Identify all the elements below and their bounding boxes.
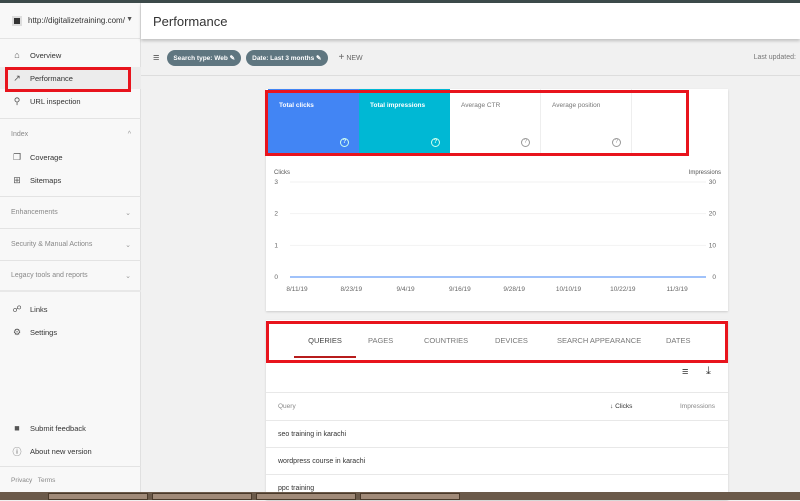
left-tick-label: 3	[274, 179, 278, 186]
sidebar-item-sitemaps[interactable]: ⊞ Sitemaps	[0, 169, 141, 191]
label: Settings	[30, 327, 58, 337]
plus-icon: +	[338, 52, 345, 63]
page-header: Performance	[141, 3, 800, 39]
feedback-icon: ■	[14, 423, 20, 433]
search-type-chip[interactable]: Search type: Web ✎	[167, 49, 242, 66]
sidebar-item-coverage[interactable]: ❐ Coverage	[0, 146, 141, 168]
sidebar-section-enhancements[interactable]: Enhancements ⌄	[0, 196, 141, 228]
right-tick-label: 10	[709, 242, 717, 249]
table-header: Query ↓ Clicks Impressions	[266, 392, 728, 419]
taskbar-button[interactable]	[256, 493, 356, 500]
x-tick-label: 9/4/19	[397, 286, 415, 293]
property-selector[interactable]: http://digitalizetraining.com/▼	[0, 3, 141, 39]
gear-icon: ⚙	[12, 326, 22, 337]
sidebar-item-about[interactable]: ⓘ About new version	[0, 440, 141, 462]
label: Coverage	[30, 152, 63, 162]
sitemap-icon: ⊞	[13, 174, 21, 185]
left-tick-label: 1	[274, 242, 278, 249]
label: Links	[30, 304, 48, 314]
filter-rows-icon[interactable]: ≡	[682, 366, 688, 378]
x-tick-label: 8/11/19	[286, 286, 308, 293]
left-tick-label: 2	[274, 211, 278, 218]
highlight-box	[266, 321, 728, 363]
coverage-icon: ❐	[12, 151, 22, 162]
query-text: wordpress course in karachi	[278, 457, 366, 465]
last-updated: Last updated:	[753, 54, 796, 61]
right-tick-label: 20	[709, 211, 717, 218]
x-tick-label: 11/3/19	[666, 286, 688, 293]
chevron-up-icon: ^	[127, 131, 131, 138]
x-tick-label: 10/22/19	[610, 286, 636, 293]
chevron-down-icon: ⌄	[125, 272, 131, 280]
sidebar-item-overview[interactable]: ⌂ Overview	[0, 44, 141, 66]
query-text: ppc training	[278, 484, 315, 492]
sidebar-section-legacy[interactable]: Legacy tools and reports ⌄	[0, 260, 141, 292]
filter-icon[interactable]: ≡	[153, 52, 159, 64]
search-icon: ⚲	[13, 95, 21, 106]
column-clicks[interactable]: ↓ Clicks	[610, 403, 632, 410]
query-text: seo training in karachi	[278, 430, 347, 438]
chevron-down-icon: ⌄	[125, 241, 131, 249]
links-icon: ☍	[12, 303, 22, 314]
taskbar-button[interactable]	[152, 493, 252, 500]
new-filter-button[interactable]: + NEW	[339, 52, 363, 63]
terms-link[interactable]: Terms	[38, 477, 56, 484]
table-row[interactable]: wordpress course in karachi	[266, 447, 728, 474]
label: Search type: Web	[173, 54, 228, 62]
label: Submit feedback	[30, 423, 86, 433]
label: Sitemaps	[30, 175, 62, 185]
site-icon	[12, 15, 22, 26]
right-axis-label: Impressions	[689, 170, 721, 176]
home-icon: ⌂	[14, 50, 20, 60]
column-impressions[interactable]: Impressions	[680, 403, 715, 410]
filter-bar: ≡ Search type: Web ✎ Date: Last 3 months…	[141, 40, 800, 76]
taskbar	[0, 492, 800, 500]
taskbar-button[interactable]	[360, 493, 460, 500]
sidebar-section-security[interactable]: Security & Manual Actions ⌄	[0, 228, 141, 260]
left-axis-label: Clicks	[274, 170, 290, 176]
x-tick-label: 10/10/19	[556, 286, 582, 293]
download-icon[interactable]: ⤓	[706, 365, 711, 378]
label: Date: Last 3 months	[252, 54, 315, 62]
page-title: Performance	[153, 14, 228, 29]
property-url: http://digitalizetraining.com/	[28, 16, 125, 25]
label: Security & Manual Actions	[11, 241, 93, 248]
label: NEW	[346, 55, 363, 62]
label: Clicks	[615, 402, 633, 410]
sidebar-item-url-inspection[interactable]: ⚲ URL inspection	[0, 90, 141, 112]
label: URL inspection	[30, 96, 81, 106]
chevron-down-icon: ⌄	[125, 209, 131, 217]
left-tick-label: 0	[274, 274, 278, 281]
taskbar-button[interactable]	[48, 493, 148, 500]
label: Enhancements	[11, 209, 58, 216]
privacy-link[interactable]: Privacy	[11, 477, 32, 484]
label: Legacy tools and reports	[11, 272, 88, 279]
highlight-box	[5, 67, 131, 92]
x-tick-label: 9/28/19	[503, 286, 525, 293]
sidebar-item-settings[interactable]: ⚙ Settings	[0, 321, 141, 343]
label: About new version	[30, 446, 92, 456]
highlight-box	[265, 90, 689, 156]
info-icon: ⓘ	[12, 446, 22, 457]
label: Index	[11, 131, 29, 138]
sidebar-footer: Privacy Terms	[0, 466, 141, 484]
table-row[interactable]: seo training in karachi	[266, 420, 728, 447]
sidebar-item-submit-feedback[interactable]: ■ Submit feedback	[0, 417, 141, 439]
right-tick-label: 0	[712, 274, 716, 281]
label: Overview	[30, 50, 62, 60]
right-tick-label: 30	[709, 179, 717, 186]
x-tick-label: 9/16/19	[449, 286, 471, 293]
column-query[interactable]: Query	[278, 403, 296, 410]
date-chip[interactable]: Date: Last 3 months ✎	[246, 49, 328, 66]
sidebar-item-links[interactable]: ☍ Links	[0, 298, 141, 320]
x-tick-label: 8/23/19	[340, 286, 362, 293]
caret-down-icon: ▼	[126, 16, 133, 23]
